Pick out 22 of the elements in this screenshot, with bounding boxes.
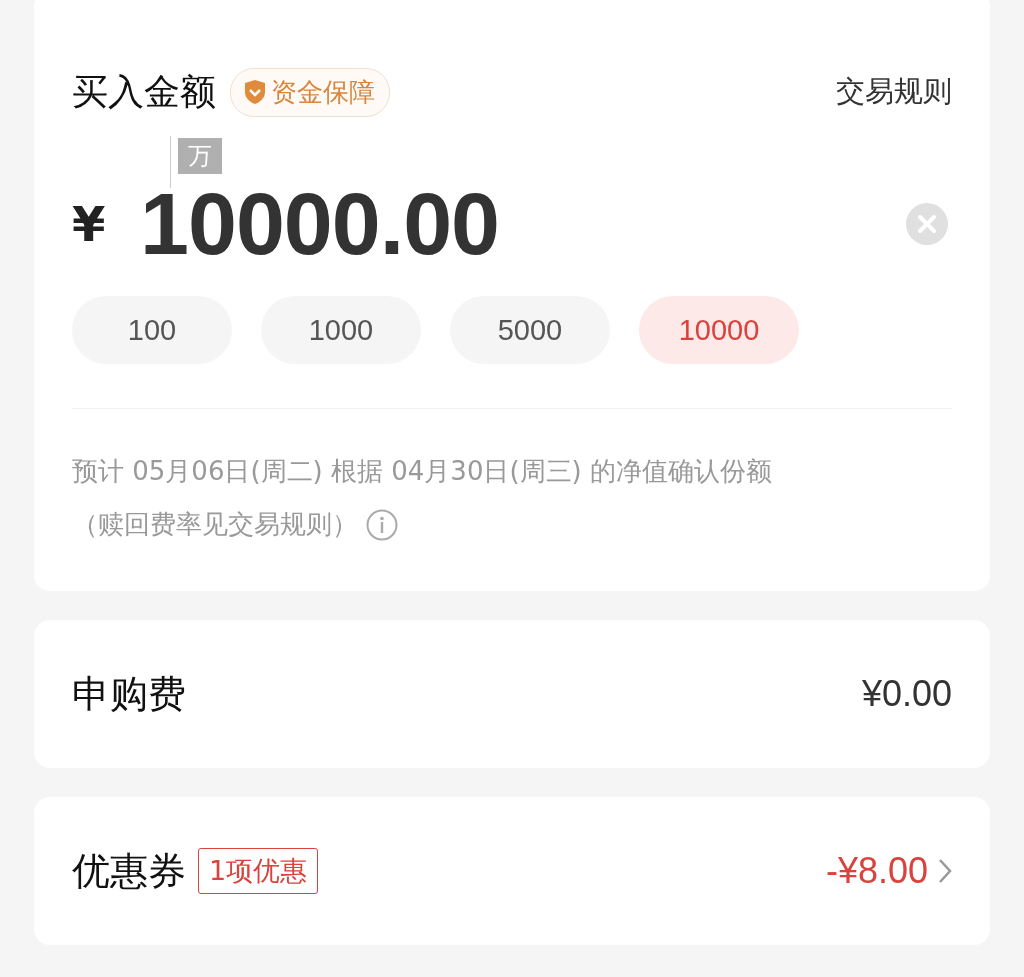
shield-icon xyxy=(243,79,267,105)
currency-symbol: ¥ xyxy=(72,196,107,252)
info-icon[interactable] xyxy=(366,508,398,541)
confirmation-note: 预计 05月06日(周二) 根据 04月30日(周三) 的净值确认份额 xyxy=(72,455,773,488)
coupon-tag: 1项优惠 xyxy=(198,848,319,894)
badge-text: 资金保障 xyxy=(271,75,375,109)
coupon-row[interactable]: 优惠券 1项优惠 -¥8.00 xyxy=(34,797,990,945)
coupon-value: -¥8.00 xyxy=(825,850,928,892)
fee-label: 申购费 xyxy=(72,670,186,718)
trading-rules-link[interactable]: 交易规则 xyxy=(836,72,952,112)
preset-amount-chip[interactable]: 5000 xyxy=(450,296,610,364)
preset-amount-chip[interactable]: 100 xyxy=(72,296,232,364)
chevron-right-icon xyxy=(938,858,952,884)
coupon-label: 优惠券 xyxy=(72,847,186,895)
fee-value: ¥0.00 xyxy=(861,673,952,715)
amount-input[interactable]: 10000.00 xyxy=(140,173,500,275)
preset-amount-chip[interactable]: 1000 xyxy=(261,296,421,364)
section-title: 买入金额 xyxy=(72,69,216,114)
unit-hint: 万 xyxy=(178,138,222,174)
preset-amount-chip[interactable]: 10000 xyxy=(639,296,799,364)
redemption-fee-note: （赎回费率见交易规则） xyxy=(72,508,358,541)
clear-icon[interactable] xyxy=(906,203,948,245)
